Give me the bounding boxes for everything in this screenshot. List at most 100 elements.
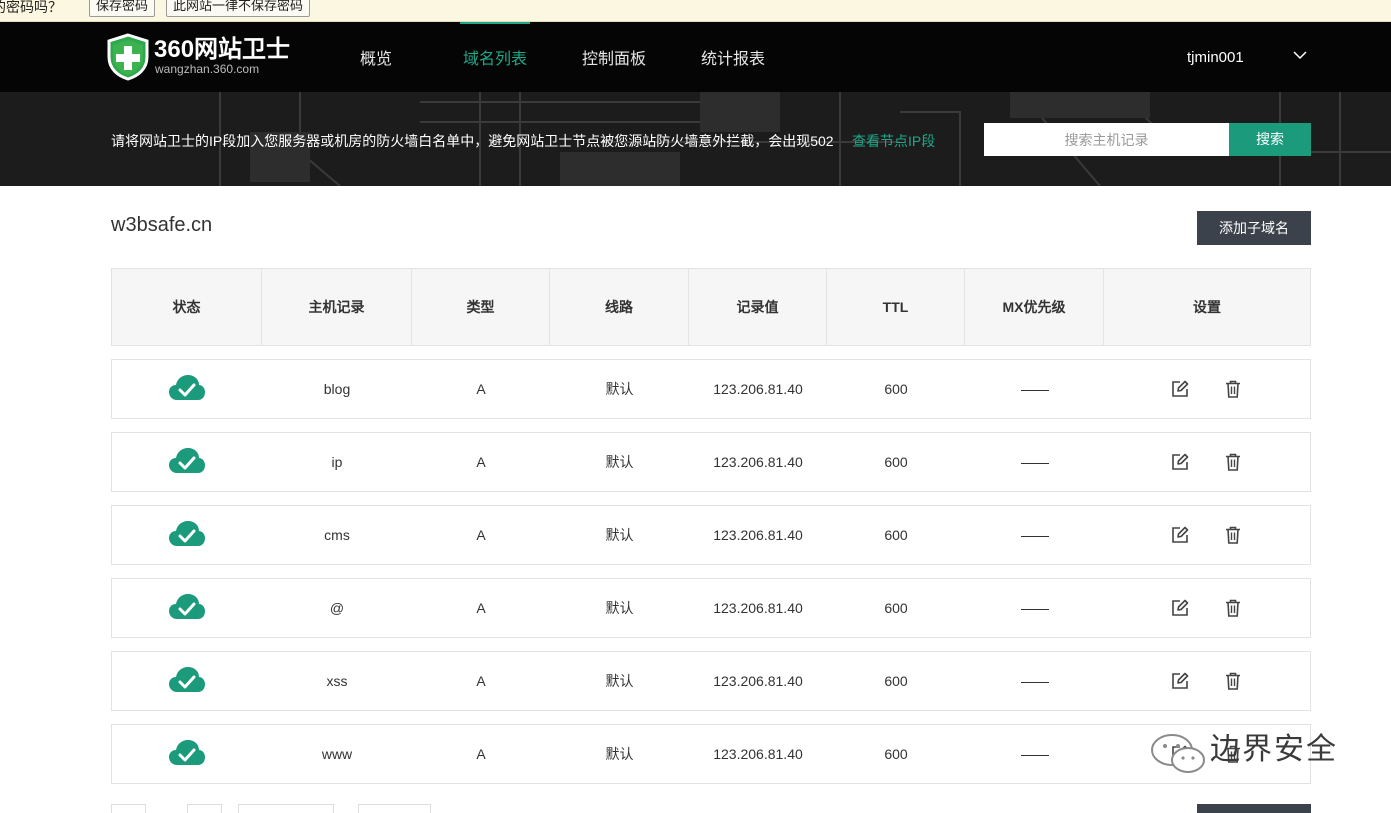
chevron-down-icon[interactable] <box>1293 50 1307 60</box>
trash-icon[interactable] <box>1225 672 1241 690</box>
cell-record-value: 123.206.81.40 <box>713 527 803 543</box>
column-header-value: 记录值 <box>689 269 827 345</box>
cell-mx-priority <box>965 725 1104 783</box>
edit-icon[interactable] <box>1171 453 1189 471</box>
table-row: @ A 默认 123.206.81.40 600 <box>111 578 1311 638</box>
trash-icon[interactable] <box>1225 453 1241 471</box>
cell-mx-priority <box>965 360 1104 418</box>
cloud-check-icon <box>169 594 205 619</box>
nav-item-control-panel[interactable]: 控制面板 <box>582 50 646 70</box>
firewall-notice: 请将网站卫士的IP段加入您服务器或机房的防火墙白名单中，避免网站卫士节点被您源站… <box>111 133 834 149</box>
cell-mx-priority <box>965 652 1104 710</box>
empty-dash <box>1020 681 1049 683</box>
cell-type: A <box>476 381 486 397</box>
pagination-prev[interactable] <box>111 804 146 813</box>
column-header-status: 状态 <box>112 269 262 345</box>
cell-line: 默认 <box>605 527 634 543</box>
column-header-host: 主机记录 <box>262 269 412 345</box>
add-subdomain-button[interactable]: 添加子域名 <box>1197 211 1311 245</box>
empty-dash <box>1020 608 1049 610</box>
watermark-text: 边界安全 <box>1210 732 1338 767</box>
nav-item-statistics[interactable]: 统计报表 <box>701 50 765 70</box>
cell-type: A <box>476 673 486 689</box>
password-save-bar: 的密码吗？ 保存密码 此网站一律不保存密码 <box>0 0 1391 22</box>
nav-active-indicator <box>460 22 530 24</box>
cloud-check-icon <box>169 375 205 400</box>
cell-type: A <box>476 600 486 616</box>
cell-line: 默认 <box>605 381 634 397</box>
cell-ttl: 600 <box>884 454 908 470</box>
cell-host: www <box>321 746 353 762</box>
top-nav: 360网站卫士 wangzhan.360.com 概览 域名列表 控制面板 统计… <box>0 22 1391 92</box>
column-header-type: 类型 <box>412 269 550 345</box>
cell-ttl: 600 <box>884 746 908 762</box>
pagination-go[interactable] <box>358 804 431 813</box>
empty-dash <box>1020 389 1049 391</box>
column-header-settings: 设置 <box>1193 299 1221 315</box>
cell-ttl: 600 <box>884 673 908 689</box>
cell-host: ip <box>331 454 343 470</box>
cloud-check-icon <box>169 448 205 473</box>
cell-host: xss <box>326 673 348 689</box>
empty-dash <box>1020 535 1049 537</box>
column-header-line: 线路 <box>550 269 689 345</box>
cell-record-value: 123.206.81.40 <box>713 746 803 762</box>
cell-line: 默认 <box>605 746 634 762</box>
cell-host: blog <box>323 381 351 397</box>
cell-host: cms <box>324 527 350 543</box>
shield-logo-icon[interactable] <box>106 33 150 81</box>
cell-type: A <box>476 527 486 543</box>
cell-ttl: 600 <box>884 527 908 543</box>
view-node-ip-link[interactable]: 查看节点IP段 <box>852 132 935 150</box>
table-row: ip A 默认 123.206.81.40 600 <box>111 432 1311 492</box>
table-row: xss A 默认 123.206.81.40 600 <box>111 651 1311 711</box>
brand-url: wangzhan.360.com <box>155 62 260 76</box>
cell-ttl: 600 <box>884 381 908 397</box>
table-header: 状态 主机记录 类型 线路 记录值 TTL MX优先级 设置 <box>111 268 1311 346</box>
trash-icon[interactable] <box>1225 380 1241 398</box>
column-header-mx: MX优先级 <box>965 269 1104 345</box>
cell-record-value: 123.206.81.40 <box>713 673 803 689</box>
edit-icon[interactable] <box>1171 526 1189 544</box>
cell-record-value: 123.206.81.40 <box>713 381 803 397</box>
empty-dash <box>1020 754 1049 756</box>
cloud-check-icon <box>169 521 205 546</box>
save-password-button[interactable]: 保存密码 <box>89 0 156 17</box>
bottom-action-button[interactable] <box>1197 804 1311 813</box>
edit-icon[interactable] <box>1171 672 1189 690</box>
domain-title: w3bsafe.cn <box>111 214 213 236</box>
cell-mx-priority <box>965 433 1104 491</box>
password-prompt-text: 的密码吗？ <box>0 0 62 15</box>
user-name[interactable]: tjmin001 <box>1187 49 1244 66</box>
table-row: www A 默认 123.206.81.40 600 <box>111 724 1311 784</box>
empty-dash <box>1020 462 1049 464</box>
cell-line: 默认 <box>605 454 634 470</box>
notice-banner: 请将网站卫士的IP段加入您服务器或机房的防火墙白名单中，避免网站卫士节点被您源站… <box>0 92 1391 186</box>
search-button[interactable]: 搜索 <box>1229 123 1311 156</box>
cell-record-value: 123.206.81.40 <box>713 454 803 470</box>
edit-icon[interactable] <box>1171 599 1189 617</box>
trash-icon[interactable] <box>1225 526 1241 544</box>
trash-icon[interactable] <box>1225 599 1241 617</box>
edit-icon[interactable] <box>1171 380 1189 398</box>
pagination-input[interactable] <box>238 804 334 813</box>
brand-name: 360网站卫士 <box>154 36 291 63</box>
cell-type: A <box>476 746 486 762</box>
pagination-page[interactable] <box>187 804 222 813</box>
cell-record-value: 123.206.81.40 <box>713 600 803 616</box>
column-header-ttl: TTL <box>827 269 965 345</box>
cell-line: 默认 <box>605 673 634 689</box>
nav-item-domain-list[interactable]: 域名列表 <box>463 50 527 70</box>
cell-line: 默认 <box>605 600 634 616</box>
cell-mx-priority <box>965 506 1104 564</box>
never-save-password-button[interactable]: 此网站一律不保存密码 <box>166 0 311 17</box>
table-row: blog A 默认 123.206.81.40 600 <box>111 359 1311 419</box>
cell-host: @ <box>329 600 345 616</box>
search-host-record-input[interactable] <box>984 123 1229 156</box>
table-row: cms A 默认 123.206.81.40 600 <box>111 505 1311 565</box>
cloud-check-icon <box>169 667 205 692</box>
cell-type: A <box>476 454 486 470</box>
cloud-check-icon <box>169 740 205 765</box>
nav-item-overview[interactable]: 概览 <box>360 50 392 70</box>
cell-ttl: 600 <box>884 600 908 616</box>
